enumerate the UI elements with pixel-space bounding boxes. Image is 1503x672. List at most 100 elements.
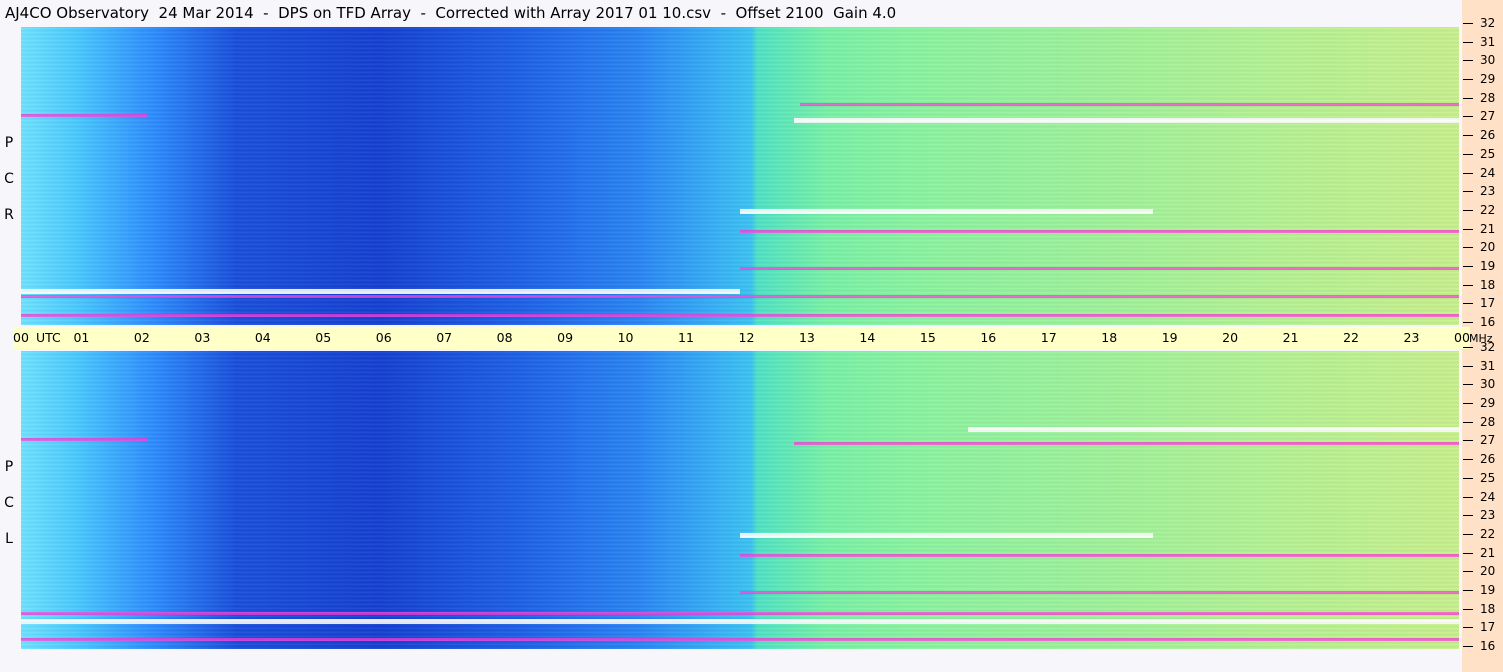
frequency-tick-label: 25 [1480, 471, 1496, 485]
frequency-tick [1463, 247, 1473, 248]
frequency-tick-label: 16 [1480, 315, 1496, 329]
interference-band [740, 229, 1459, 233]
interference-band [21, 438, 147, 442]
time-tick-label: 12 [738, 330, 755, 345]
frequency-tick-label: 27 [1480, 109, 1496, 123]
interference-band [21, 313, 1459, 317]
frequency-tick [1463, 366, 1473, 367]
time-tick-label: 05 [315, 330, 332, 345]
frequency-tick [1463, 173, 1473, 174]
frequency-tick [1463, 285, 1473, 286]
time-tick-label: UTC [36, 330, 61, 345]
frequency-tick [1463, 135, 1473, 136]
frequency-tick [1463, 627, 1473, 628]
frequency-tick [1463, 210, 1473, 211]
time-tick-label: 19 [1161, 330, 1178, 345]
interference-band [21, 619, 1459, 625]
frequency-tick-label: 26 [1480, 452, 1496, 466]
frequency-tick-label: 30 [1480, 53, 1496, 67]
frequency-tick-label: 29 [1480, 72, 1496, 86]
time-tick-label: 00 [1454, 330, 1470, 345]
frequency-tick-label: 32 [1480, 16, 1496, 30]
frequency-tick-label: 22 [1480, 527, 1496, 541]
frequency-tick-label: 17 [1480, 620, 1496, 634]
frequency-tick [1463, 646, 1473, 647]
frequency-tick [1463, 534, 1473, 535]
frequency-tick [1463, 459, 1473, 460]
frequency-tick [1463, 590, 1473, 591]
interference-band [740, 267, 1459, 271]
frequency-tick [1463, 571, 1473, 572]
interference-band [793, 118, 1459, 124]
frequency-tick-label: 32 [1480, 340, 1496, 354]
chart-title: AJ4CO Observatory 24 Mar 2014 - DPS on T… [5, 4, 897, 22]
frequency-tick [1463, 303, 1473, 304]
polarization-letter: R [4, 207, 14, 223]
frequency-tick-label: 26 [1480, 128, 1496, 142]
frequency-tick [1463, 60, 1473, 61]
frequency-tick-label: 25 [1480, 147, 1496, 161]
interference-band [740, 209, 1154, 215]
frequency-tick-label: 21 [1480, 222, 1496, 236]
time-tick-label: 21 [1282, 330, 1299, 345]
time-tick-label: 03 [194, 330, 211, 345]
time-tick-label: 14 [859, 330, 876, 345]
interference-band [793, 442, 1459, 446]
frequency-tick-label: 27 [1480, 433, 1496, 447]
time-tick-label: 10 [617, 330, 634, 345]
frequency-tick [1463, 347, 1473, 348]
time-tick-label: 00 [13, 330, 29, 345]
frequency-tick-label: 16 [1480, 639, 1496, 653]
frequency-tick-label: 24 [1480, 490, 1496, 504]
frequency-tick [1463, 497, 1473, 498]
frequency-tick-label: 29 [1480, 396, 1496, 410]
frequency-tick-label: 20 [1480, 240, 1496, 254]
interference-band [21, 114, 147, 118]
frequency-tick [1463, 384, 1473, 385]
frequency-tick-label: 17 [1480, 296, 1496, 310]
time-tick-label: 09 [557, 330, 574, 345]
time-tick-label: 17 [1040, 330, 1057, 345]
frequency-tick-label: 31 [1480, 359, 1496, 373]
frequency-tick-label: 30 [1480, 377, 1496, 391]
interference-band [21, 611, 1459, 615]
time-tick-label: 22 [1343, 330, 1359, 345]
frequency-tick [1463, 42, 1473, 43]
interference-band [740, 591, 1459, 595]
interference-band [799, 103, 1459, 107]
frequency-tick [1463, 98, 1473, 99]
frequency-tick [1463, 440, 1473, 441]
polarization-letter: L [5, 531, 13, 547]
time-tick-label: 08 [496, 330, 513, 345]
frequency-tick [1463, 609, 1473, 610]
frequency-tick [1463, 403, 1473, 404]
frequency-tick [1463, 266, 1473, 267]
frequency-tick-label: 28 [1480, 415, 1496, 429]
polarization-letter: P [4, 459, 14, 475]
time-tick-label: 06 [375, 330, 392, 345]
frequency-tick-label: 22 [1480, 203, 1496, 217]
time-tick-label: 02 [133, 330, 150, 345]
time-tick-label: 07 [436, 330, 453, 345]
frequency-tick [1463, 154, 1473, 155]
interference-band [21, 289, 740, 295]
time-tick-label: 13 [798, 330, 815, 345]
time-tick-label: 23 [1403, 330, 1420, 345]
frequency-tick [1463, 322, 1473, 323]
polarization-letter: C [4, 495, 14, 511]
frequency-tick [1463, 79, 1473, 80]
frequency-tick-label: 18 [1480, 602, 1496, 616]
frequency-tick-label: 20 [1480, 564, 1496, 578]
frequency-tick-label: 21 [1480, 546, 1496, 560]
frequency-tick [1463, 23, 1473, 24]
frequency-tick-label: 19 [1480, 259, 1496, 273]
frequency-tick-label: 31 [1480, 35, 1496, 49]
time-tick-label: 20 [1222, 330, 1239, 345]
time-tick-label: 11 [678, 330, 694, 345]
frequency-tick [1463, 553, 1473, 554]
interference-band [967, 427, 1459, 433]
interference-band [740, 553, 1459, 557]
frequency-tick [1463, 116, 1473, 117]
interference-band [21, 637, 1459, 641]
polarization-letter: P [4, 135, 14, 151]
